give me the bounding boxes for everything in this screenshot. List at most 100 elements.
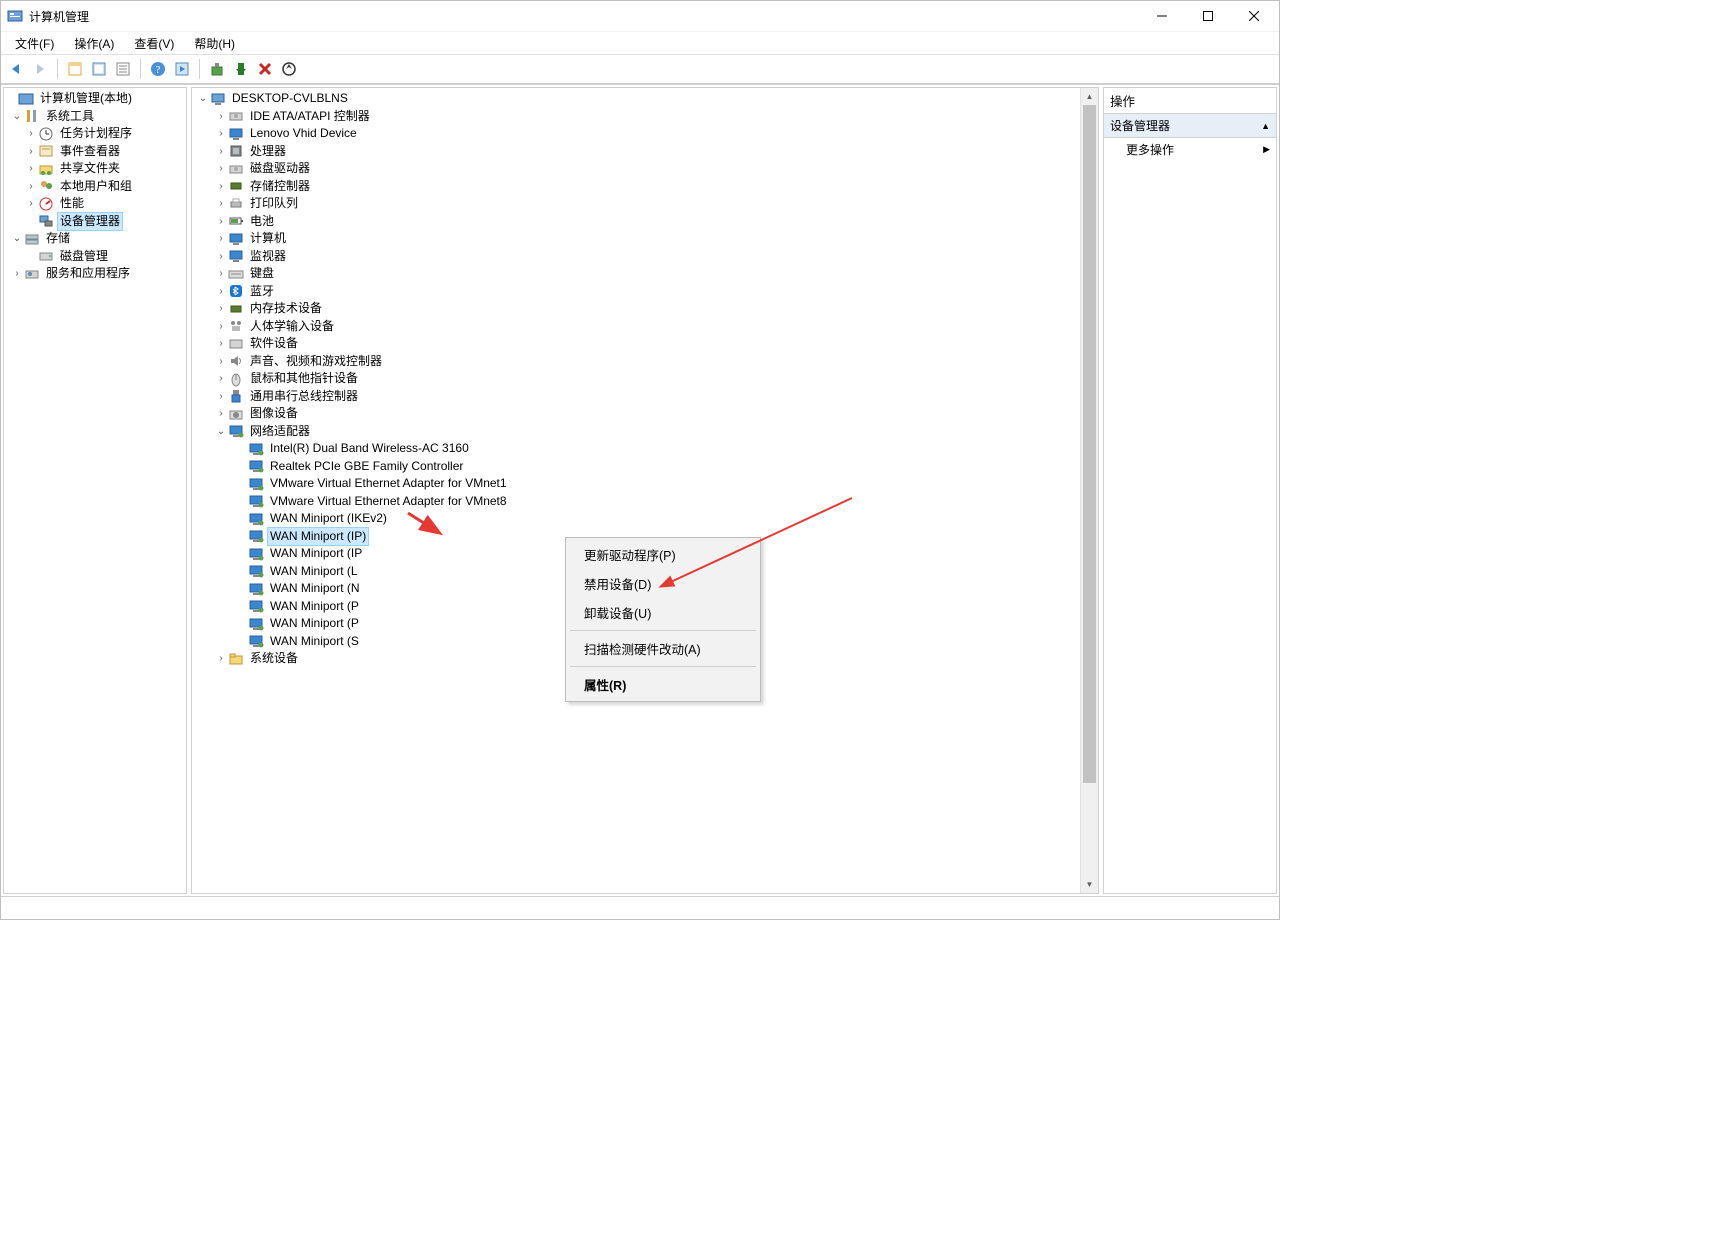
device-category[interactable]: ›鼠标和其他指针设备 (192, 370, 1081, 388)
twisty-blank[interactable] (234, 545, 248, 563)
device-category[interactable]: ›IDE ATA/ATAPI 控制器 (192, 108, 1081, 126)
tree-performance[interactable]: ›性能 (4, 195, 186, 213)
tree-device-manager[interactable]: 设备管理器 (4, 213, 186, 231)
device-category[interactable]: ›监视器 (192, 248, 1081, 266)
twisty-blank[interactable] (234, 510, 248, 528)
forward-button[interactable] (29, 58, 51, 80)
device-category[interactable]: ›蓝牙 (192, 283, 1081, 301)
expand-icon[interactable]: › (214, 248, 228, 266)
menu-help[interactable]: 帮助(H) (184, 33, 245, 54)
expand-icon[interactable]: › (214, 650, 228, 668)
tree-local-users[interactable]: ›本地用户和组 (4, 178, 186, 196)
twisty-blank[interactable] (234, 458, 248, 476)
collapse-icon[interactable]: ⌄ (10, 108, 24, 126)
expand-icon[interactable]: › (214, 160, 228, 178)
actions-section[interactable]: 设备管理器 ▲ (1104, 114, 1276, 138)
tree-root[interactable]: 计算机管理(本地) (4, 90, 186, 108)
disable-button[interactable] (254, 58, 276, 80)
scroll-up-button[interactable]: ▲ (1081, 88, 1098, 105)
expand-icon[interactable]: › (214, 283, 228, 301)
expand-icon[interactable]: › (214, 353, 228, 371)
expand-icon[interactable]: › (214, 178, 228, 196)
update-driver-button[interactable] (206, 58, 228, 80)
device-category[interactable]: ›内存技术设备 (192, 300, 1081, 318)
twisty-blank[interactable] (234, 580, 248, 598)
maximize-button[interactable] (1185, 1, 1231, 31)
ctx-scan-hw[interactable]: 扫描检测硬件改动(A) (568, 634, 758, 663)
uninstall-button[interactable] (230, 58, 252, 80)
device-category[interactable]: ›电池 (192, 213, 1081, 231)
collapse-icon[interactable]: ⌄ (214, 423, 228, 441)
console-tree[interactable]: 计算机管理(本地) ⌄系统工具 ›任务计划程序 ›事件查看器 ›共享文件夹 ›本… (4, 88, 186, 893)
network-adapter-item[interactable]: Realtek PCIe GBE Family Controller (192, 458, 1081, 476)
tree-services-apps[interactable]: ›服务和应用程序 (4, 265, 186, 283)
refresh-button[interactable] (171, 58, 193, 80)
tree-disk-mgmt[interactable]: 磁盘管理 (4, 248, 186, 266)
tree-storage[interactable]: ⌄存储 (4, 230, 186, 248)
device-category[interactable]: ⌄网络适配器 (192, 423, 1081, 441)
close-button[interactable] (1231, 1, 1277, 31)
device-tree[interactable]: ⌄DESKTOP-CVLBLNS ›IDE ATA/ATAPI 控制器›Leno… (192, 88, 1098, 893)
device-category[interactable]: ›键盘 (192, 265, 1081, 283)
tree-event-viewer[interactable]: ›事件查看器 (4, 143, 186, 161)
ctx-properties[interactable]: 属性(R) (568, 670, 758, 699)
expand-icon[interactable]: › (24, 143, 38, 161)
device-category[interactable]: ›Lenovo Vhid Device (192, 125, 1081, 143)
expand-icon[interactable]: › (10, 265, 24, 283)
network-adapter-item[interactable]: WAN Miniport (IKEv2) (192, 510, 1081, 528)
device-root[interactable]: ⌄DESKTOP-CVLBLNS (192, 90, 1081, 108)
expand-icon[interactable]: › (214, 108, 228, 126)
device-category[interactable]: ›打印队列 (192, 195, 1081, 213)
device-category[interactable]: ›软件设备 (192, 335, 1081, 353)
network-adapter-item[interactable]: VMware Virtual Ethernet Adapter for VMne… (192, 493, 1081, 511)
twisty-blank[interactable] (234, 563, 248, 581)
collapse-icon[interactable]: ⌄ (196, 90, 210, 108)
device-category[interactable]: ›存储控制器 (192, 178, 1081, 196)
device-category[interactable]: ›图像设备 (192, 405, 1081, 423)
expand-icon[interactable]: › (214, 370, 228, 388)
ctx-update-driver[interactable]: 更新驱动程序(P) (568, 540, 758, 569)
menu-file[interactable]: 文件(F) (5, 33, 64, 54)
expand-icon[interactable]: › (214, 213, 228, 231)
expand-icon[interactable]: › (214, 143, 228, 161)
twisty-blank[interactable] (234, 615, 248, 633)
expand-icon[interactable]: › (214, 388, 228, 406)
device-category[interactable]: ›处理器 (192, 143, 1081, 161)
collapse-icon[interactable]: ⌄ (10, 230, 24, 248)
device-category[interactable]: ›声音、视频和游戏控制器 (192, 353, 1081, 371)
back-button[interactable] (5, 58, 27, 80)
minimize-button[interactable] (1139, 1, 1185, 31)
vertical-scrollbar[interactable]: ▲ ▼ (1080, 88, 1098, 893)
expand-icon[interactable]: › (214, 335, 228, 353)
twisty-blank[interactable] (234, 475, 248, 493)
expand-icon[interactable]: › (214, 265, 228, 283)
network-adapter-item[interactable]: Intel(R) Dual Band Wireless-AC 3160 (192, 440, 1081, 458)
expand-icon[interactable]: › (214, 125, 228, 143)
twisty-blank[interactable] (234, 528, 248, 546)
scroll-thumb[interactable] (1083, 105, 1096, 783)
twisty-blank[interactable] (234, 493, 248, 511)
expand-icon[interactable]: › (24, 178, 38, 196)
properties-button[interactable] (88, 58, 110, 80)
ctx-disable-device[interactable]: 禁用设备(D) (568, 569, 758, 598)
device-category[interactable]: ›通用串行总线控制器 (192, 388, 1081, 406)
twisty-blank[interactable] (234, 633, 248, 651)
ctx-uninstall-device[interactable]: 卸载设备(U) (568, 598, 758, 627)
tree-shared-folders[interactable]: ›共享文件夹 (4, 160, 186, 178)
scroll-down-button[interactable]: ▼ (1081, 876, 1098, 893)
device-category[interactable]: ›磁盘驱动器 (192, 160, 1081, 178)
twisty-blank[interactable] (234, 440, 248, 458)
help-button[interactable]: ? (147, 58, 169, 80)
tree-system-tools[interactable]: ⌄系统工具 (4, 108, 186, 126)
tree-task-scheduler[interactable]: ›任务计划程序 (4, 125, 186, 143)
expand-icon[interactable]: › (214, 405, 228, 423)
expand-icon[interactable]: › (24, 160, 38, 178)
show-hide-tree-button[interactable] (64, 58, 86, 80)
expand-icon[interactable]: › (214, 300, 228, 318)
twisty-blank[interactable] (234, 598, 248, 616)
expand-icon[interactable]: › (24, 195, 38, 213)
expand-icon[interactable]: › (24, 125, 38, 143)
menu-view[interactable]: 查看(V) (124, 33, 184, 54)
expand-icon[interactable]: › (214, 318, 228, 336)
export-button[interactable] (112, 58, 134, 80)
